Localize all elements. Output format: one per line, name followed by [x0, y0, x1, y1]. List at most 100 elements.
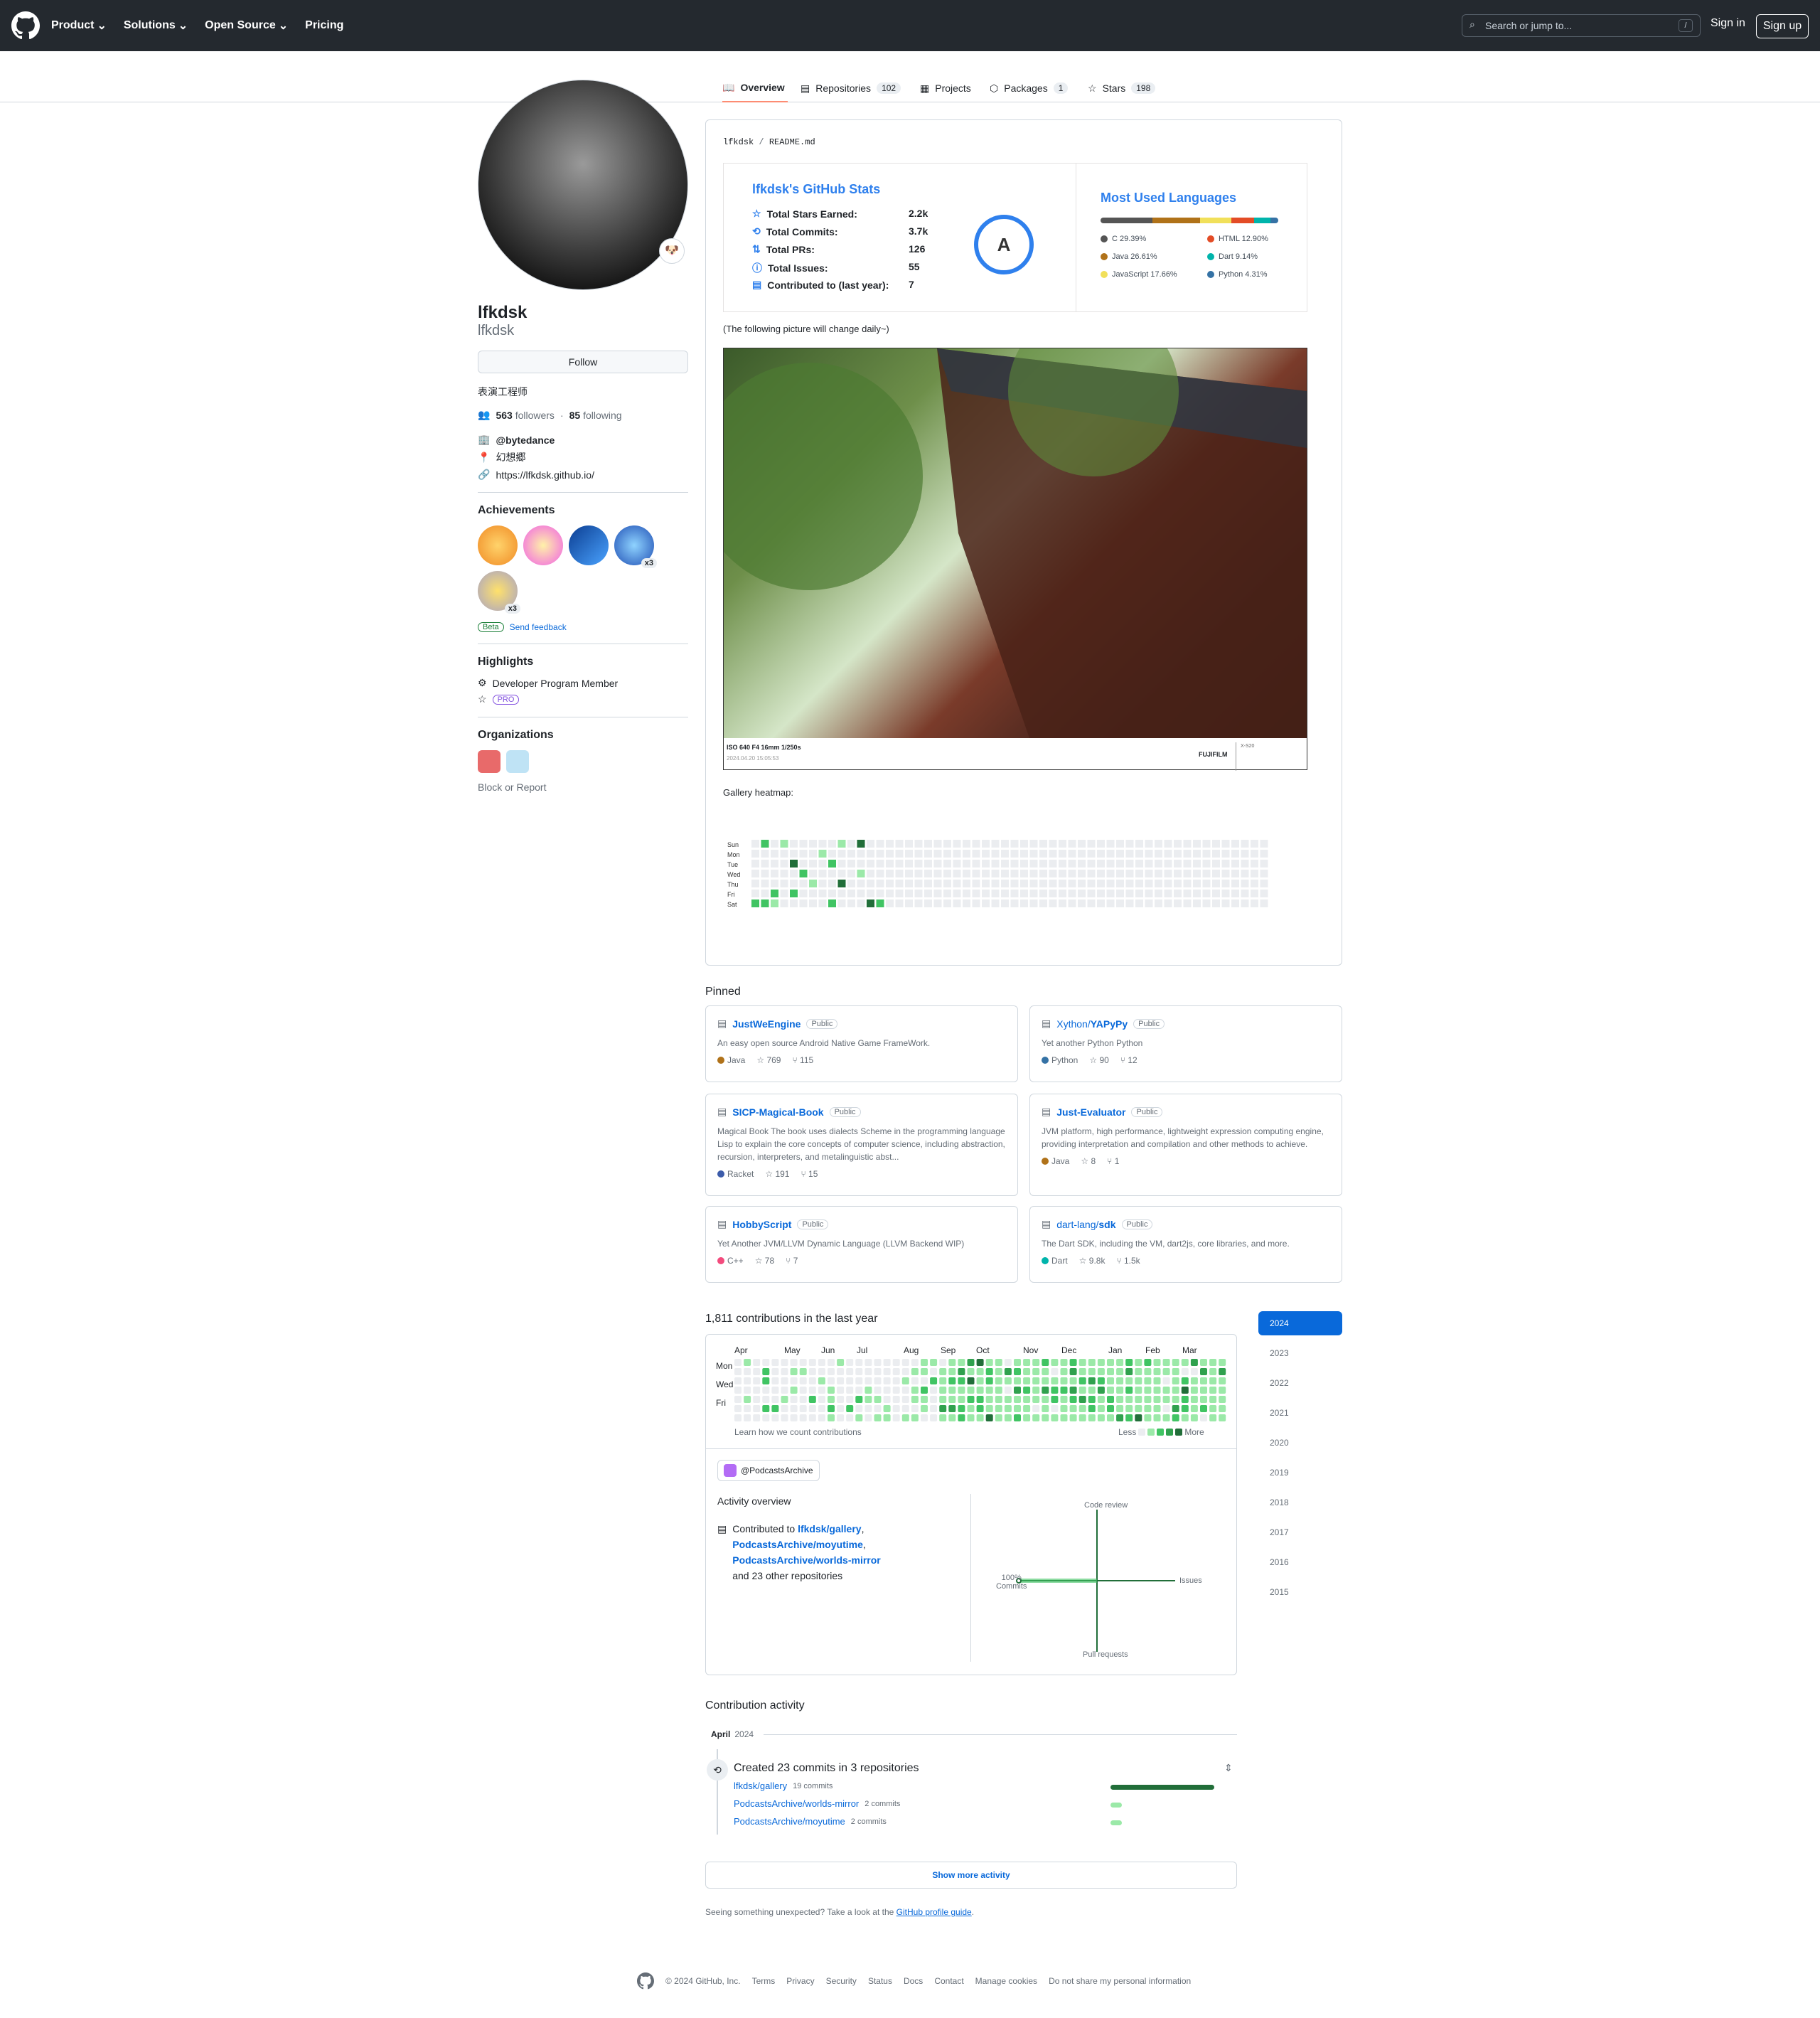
nav-solutions[interactable]: Solutions ⌄ — [124, 18, 188, 33]
year-button-2016[interactable]: 2016 — [1258, 1550, 1342, 1574]
footer-link[interactable]: Terms — [752, 1976, 776, 1986]
repo-link[interactable]: lfkdsk/gallery — [734, 1781, 787, 1791]
repo-stars[interactable]: ☆ 90 — [1089, 1055, 1108, 1065]
tab-overview[interactable]: 📖 Overview — [722, 74, 788, 102]
followers-link[interactable]: 563 followers — [496, 410, 555, 421]
contribution-day — [1162, 1359, 1170, 1366]
tab-stars[interactable]: ☆ Stars 198 — [1088, 74, 1156, 102]
heatmap-cell — [895, 850, 904, 858]
achievement-pair-extraordinaire-icon[interactable]: x3 — [478, 571, 520, 614]
year-button-2017[interactable]: 2017 — [1258, 1520, 1342, 1544]
footer-link[interactable]: Privacy — [786, 1976, 814, 1986]
footer-link[interactable]: Manage cookies — [975, 1976, 1037, 1986]
follow-button[interactable]: Follow — [478, 351, 688, 373]
github-logo-icon[interactable] — [11, 11, 40, 40]
repo-link[interactable]: PodcastsArchive/worlds-mirror — [732, 1554, 881, 1566]
year-button-2019[interactable]: 2019 — [1258, 1461, 1342, 1485]
repo-forks[interactable]: ⑂ 12 — [1120, 1055, 1138, 1065]
sign-in-link[interactable]: Sign in — [1711, 17, 1745, 30]
nav-open-source[interactable]: Open Source ⌄ — [205, 18, 288, 33]
learn-contributions-link[interactable]: Learn how we count contributions — [734, 1427, 862, 1437]
repo-link[interactable]: SICP-Magical-Book — [732, 1106, 823, 1118]
repo-stars[interactable]: ☆ 769 — [756, 1055, 781, 1065]
tab-projects[interactable]: ▦ Projects — [920, 74, 971, 102]
repo-stars[interactable]: ☆ 78 — [755, 1256, 774, 1266]
repo-link[interactable]: JustWeEngine — [732, 1018, 801, 1030]
send-feedback-link[interactable]: Send feedback — [510, 622, 567, 632]
collapse-icon[interactable]: ⇕ — [1224, 1762, 1233, 1774]
repo-link[interactable]: Just-Evaluator — [1056, 1106, 1125, 1118]
heatmap-cell — [1029, 840, 1038, 848]
contribution-day — [930, 1396, 938, 1403]
block-or-report-link[interactable]: Block or Report — [478, 781, 688, 793]
repo-link[interactable]: lfkdsk/gallery — [798, 1523, 862, 1534]
org-filter-button[interactable]: @PodcastsArchive — [717, 1460, 820, 1481]
heatmap-cell — [1193, 840, 1201, 848]
nav-product[interactable]: Product ⌄ — [51, 18, 107, 33]
repo-link[interactable]: HobbyScript — [732, 1219, 791, 1230]
year-button-2021[interactable]: 2021 — [1258, 1401, 1342, 1425]
month-label: Nov — [1023, 1345, 1038, 1355]
search-input[interactable]: ⌕ Search or jump to... / — [1462, 14, 1701, 37]
repo-stars[interactable]: ☆ 8 — [1081, 1156, 1096, 1166]
repo-forks[interactable]: ⑂ 7 — [786, 1256, 798, 1266]
footer-link[interactable]: Do not share my personal information — [1049, 1976, 1191, 1986]
visibility-badge: Public — [1131, 1106, 1163, 1117]
repo-forks[interactable]: ⑂ 1 — [1107, 1156, 1119, 1166]
repo-link[interactable]: PodcastsArchive/moyutime — [732, 1539, 863, 1550]
contribution-day — [753, 1377, 761, 1384]
repo-stars[interactable]: ☆ 9.8k — [1079, 1256, 1106, 1266]
show-more-activity-button[interactable]: Show more activity — [705, 1862, 1237, 1889]
year-button-2022[interactable]: 2022 — [1258, 1371, 1342, 1395]
footer-link[interactable]: Status — [868, 1976, 892, 1986]
profile-guide-link[interactable]: GitHub profile guide — [896, 1907, 972, 1917]
github-stats-card: lfkdsk's GitHub Stats ☆ Total Stars Earne… — [724, 164, 1076, 311]
footer-link[interactable]: Docs — [904, 1976, 923, 1986]
heatmap-cell — [818, 870, 827, 877]
year-button-2020[interactable]: 2020 — [1258, 1431, 1342, 1455]
achievement-starstruck-icon[interactable] — [478, 525, 518, 565]
tab-repositories[interactable]: ▤ Repositories 102 — [801, 74, 901, 102]
footer-link[interactable]: Security — [826, 1976, 857, 1986]
repo-forks[interactable]: ⑂ 115 — [792, 1055, 813, 1065]
contribution-day — [883, 1368, 891, 1375]
year-button-2018[interactable]: 2018 — [1258, 1490, 1342, 1515]
tab-packages[interactable]: ⬡ Packages 1 — [990, 74, 1069, 102]
repo-stars[interactable]: ☆ 191 — [765, 1169, 789, 1179]
heatmap-cell — [914, 890, 923, 897]
status-emoji-icon[interactable]: 🐶 — [659, 238, 685, 264]
contribution-day — [976, 1387, 984, 1394]
org-avatar[interactable] — [478, 750, 500, 773]
heatmap-cell — [1010, 880, 1019, 887]
contribution-day — [864, 1359, 872, 1366]
heatmap-cell — [982, 850, 990, 858]
repo-link[interactable]: PodcastsArchive/worlds-mirror — [734, 1798, 859, 1809]
following-link[interactable]: 85 following — [569, 410, 622, 421]
contribution-day — [1209, 1414, 1217, 1421]
repo-forks[interactable]: ⑂ 1.5k — [1116, 1256, 1140, 1266]
github-logo-icon[interactable] — [637, 1972, 654, 1990]
repo-forks[interactable]: ⑂ 15 — [801, 1169, 818, 1179]
heatmap-cell — [1068, 870, 1076, 877]
contribution-day — [967, 1368, 975, 1375]
footer-link[interactable]: Contact — [934, 1976, 963, 1986]
sign-up-button[interactable]: Sign up — [1756, 14, 1809, 38]
repo-link[interactable]: dart-lang/sdk — [1056, 1219, 1115, 1230]
heatmap-cell — [963, 870, 970, 877]
repo-link[interactable]: PodcastsArchive/moyutime — [734, 1816, 845, 1827]
heatmap-cell — [953, 840, 961, 848]
achievement-arctic-code-vault-icon[interactable] — [569, 525, 609, 565]
year-button-2024[interactable]: 2024 — [1258, 1311, 1342, 1335]
contribution-day — [799, 1396, 807, 1403]
heatmap-cell — [1251, 840, 1258, 848]
contribution-day — [883, 1396, 891, 1403]
heatmap-cell — [953, 860, 961, 867]
year-button-2015[interactable]: 2015 — [1258, 1580, 1342, 1604]
achievement-yolo-icon[interactable] — [523, 525, 563, 565]
year-button-2023[interactable]: 2023 — [1258, 1341, 1342, 1365]
repo-link[interactable]: Xython/YAPyPy — [1056, 1018, 1128, 1030]
achievement-pull-shark-icon[interactable]: x3 — [614, 525, 657, 568]
nav-pricing[interactable]: Pricing — [305, 19, 343, 32]
contribution-day — [939, 1414, 947, 1421]
org-avatar[interactable] — [506, 750, 529, 773]
